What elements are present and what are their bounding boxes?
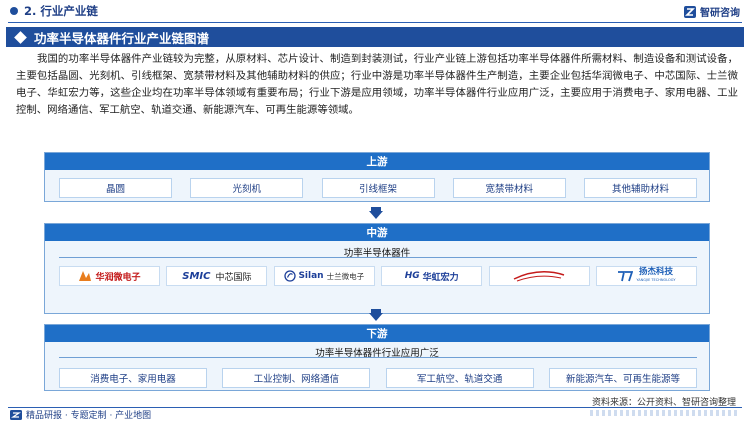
downstream-item: 消费电子、家用电器 (59, 368, 207, 388)
midstream-title: 中游 (45, 224, 709, 241)
silan-mark-icon (284, 270, 297, 282)
upstream-item: 宽禁带材料 (452, 178, 566, 198)
downstream-title: 下游 (45, 325, 709, 342)
section-label: 2. 行业产业链 (24, 4, 98, 18)
logo-smic: SMIC 中芯国际 (166, 266, 268, 286)
downstream-divider (59, 357, 697, 358)
footer-tagline: 精品研报 · 专题定制 · 产业地图 (26, 411, 152, 421)
logo-text: 华润微电子 (95, 272, 141, 283)
logo-brand: SMIC (182, 270, 211, 282)
header-divider (8, 22, 742, 23)
downstream-item: 新能源汽车、可再生能源等 (548, 368, 697, 388)
upstream-item: 其他辅助材料 (584, 178, 697, 198)
footer-pattern (590, 410, 740, 416)
logo-brand: Silan (298, 271, 324, 281)
intro-paragraph: 我国的功率半导体器件产业链较为完整，从原材料、芯片设计、制造到封装测试，行业产业… (16, 53, 738, 116)
upstream-item: 引线框架 (321, 178, 435, 198)
downstream-item: 工业控制、网络通信 (222, 368, 371, 388)
yangjie-mark-icon (618, 271, 634, 282)
upstream-tier: 上游 晶圆 光刻机 引线框架 宽禁带材料 其他辅助材料 (44, 152, 710, 202)
swoosh-logo-icon (513, 271, 565, 282)
logo-silan: Silan 士兰微电子 (273, 266, 375, 286)
downstream-items: 消费电子、家用电器 工业控制、网络通信 军工航空、轨道交通 新能源汽车、可再生能… (59, 368, 697, 388)
upstream-title: 上游 (45, 153, 709, 170)
upstream-items: 晶圆 光刻机 引线框架 宽禁带材料 其他辅助材料 (59, 178, 697, 198)
crmicro-mark-icon (79, 271, 92, 281)
logo-text: 中芯国际 (215, 272, 252, 283)
logo-huahong: HG 华虹宏力 (381, 266, 483, 286)
downstream-item: 军工航空、轨道交通 (385, 368, 534, 388)
midstream-divider (59, 257, 697, 258)
logo-text: 华虹宏力 (422, 272, 459, 283)
logo-text: 士兰微电子 (326, 271, 365, 281)
brand: 智研咨询 (683, 4, 740, 19)
page-header: 2. 行业产业链 智研咨询 (0, 0, 750, 22)
footer-logo-icon (10, 409, 22, 420)
logo-brand: HG (404, 271, 420, 281)
diamond-icon (14, 30, 27, 44)
upstream-item: 光刻机 (190, 178, 304, 198)
downstream-tier: 下游 功率半导体器件行业应用广泛 消费电子、家用电器 工业控制、网络通信 军工航… (44, 324, 710, 391)
brand-name: 智研咨询 (700, 8, 740, 19)
logo-yangjie: 扬杰科技 YANGJIE TECHNOLOGY (595, 266, 697, 286)
bullet-dot-icon (10, 7, 18, 15)
logo-unknown-red (488, 266, 590, 286)
logo-text: 扬杰科技 (638, 267, 673, 277)
logo-crmicro: 华润微电子 (59, 266, 160, 286)
company-logos: 华润微电子 SMIC 中芯国际 Silan 士兰微电子 HG 华虹宏力 扬杰科技… (59, 266, 697, 286)
arrow-down-icon (369, 207, 383, 219)
brand-logo-icon (684, 5, 696, 18)
upstream-item: 晶圆 (59, 178, 172, 198)
logo-subtext: YANGJIE TECHNOLOGY (636, 278, 676, 282)
page-title: 功率半导体器件行业产业链图谱 (34, 30, 210, 46)
title-bar: 功率半导体器件行业产业链图谱 (6, 27, 744, 47)
footer-left: 精品研报 · 专题定制 · 产业地图 (10, 408, 151, 421)
arrow-down-icon (369, 309, 383, 321)
midstream-tier: 中游 功率半导体器件 华润微电子 SMIC 中芯国际 Silan 士兰微电子 H… (44, 223, 710, 314)
